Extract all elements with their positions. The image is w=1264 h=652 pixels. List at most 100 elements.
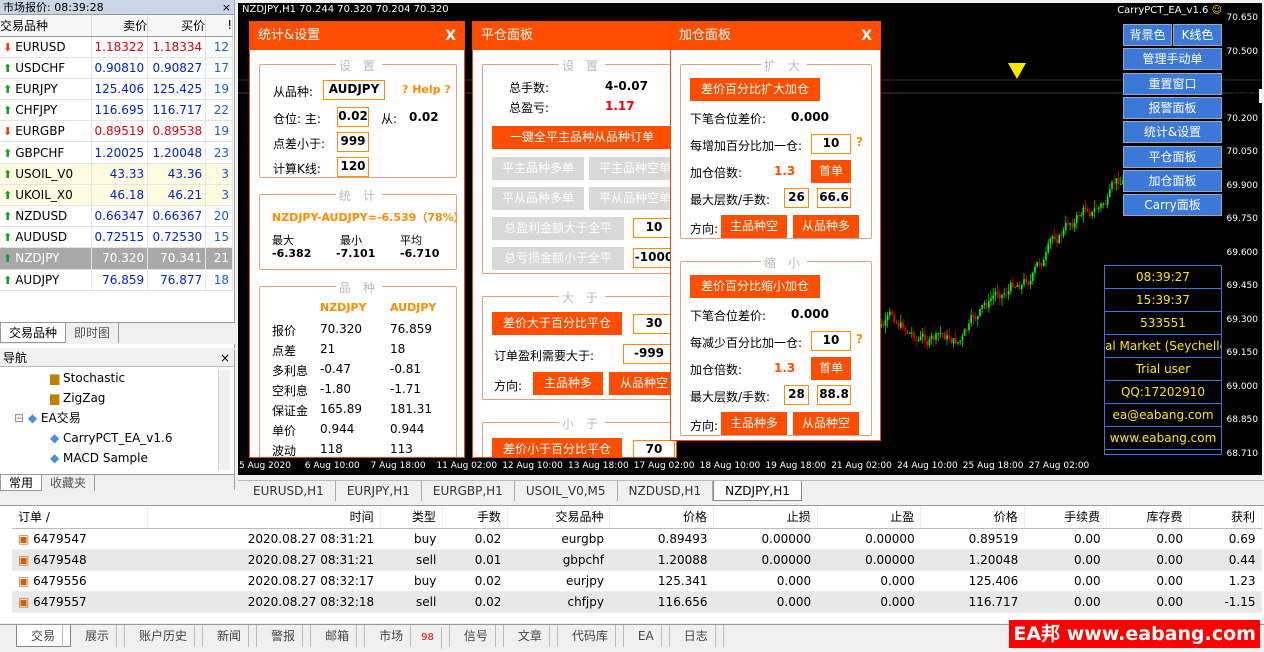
close-diff-lt-button[interactable]: 差价小于百分比平仓	[492, 438, 622, 457]
market-row[interactable]: ⬆ NZDUSD 0.66347 0.66367 20	[0, 205, 233, 228]
from-symbol-field[interactable]: AUDJPY	[323, 80, 385, 100]
close-all-button[interactable]: 一键全平主品种从品种订单	[492, 126, 672, 149]
tab-symbols[interactable]: 交易品种	[0, 323, 67, 343]
market-row[interactable]: ⬇ EURGBP 0.89519 0.89538 19	[0, 120, 233, 143]
market-row[interactable]: ⬆ CHFJPY 116.695 116.717 22	[0, 99, 233, 122]
column-header[interactable]: 价格	[609, 506, 715, 529]
nav-item-zigzag[interactable]: ▆ ZigZag	[10, 388, 220, 408]
market-row[interactable]: ⬇ EURUSD 1.18322 1.18334 12	[0, 36, 233, 58]
step-field[interactable]: 10	[811, 331, 851, 351]
max-lots-field[interactable]: 88.8	[817, 385, 851, 405]
loss-threshold-field[interactable]: -1000	[633, 248, 675, 268]
side-button[interactable]: 管理手动单	[1123, 48, 1222, 71]
nav-item-stochastic[interactable]: ▆ Stochastic	[10, 368, 220, 388]
close-on-loss-button[interactable]: 总亏损金额小于全平	[492, 247, 624, 270]
navigator-scrollbar[interactable]	[218, 370, 230, 470]
first-order-button[interactable]: 首单	[811, 160, 851, 183]
terminal-tab[interactable]: 新闻	[203, 625, 258, 647]
background-color-button[interactable]: 背景色	[1123, 24, 1172, 46]
dir-from-sell-button[interactable]: 从品种空	[609, 372, 676, 395]
terminal-tab[interactable]: 账户历史	[125, 625, 204, 647]
market-row[interactable]: ⬆ AUDUSD 0.72515 0.72530 15	[0, 226, 233, 249]
step-field[interactable]: 10	[811, 134, 851, 154]
chart-tab[interactable]: EURGBP,H1	[422, 481, 515, 501]
column-header[interactable]: 手续费	[1024, 506, 1108, 529]
terminal-tab[interactable]: 信号	[450, 625, 504, 647]
dir-from-buy-button[interactable]: 从品种多	[793, 215, 859, 238]
dir-main-buy-button[interactable]: 主品种多	[721, 412, 787, 435]
spread-field[interactable]: 999	[337, 132, 369, 152]
column-header[interactable]: 价格	[920, 506, 1025, 529]
nav-item-macd-sample[interactable]: ◆ MACD Sample	[10, 448, 220, 468]
terminal-tab[interactable]: 警报	[257, 625, 312, 647]
side-button[interactable]: 平仓面板	[1123, 145, 1222, 168]
close-main-buy-button[interactable]: 平主品种多单	[492, 157, 584, 180]
close-icon[interactable]: X	[445, 22, 456, 50]
market-row[interactable]: ⬆ UKOIL_X0 46.18 46.21 3	[0, 184, 233, 207]
terminal-tab[interactable]: 展示	[71, 625, 126, 647]
side-button[interactable]: 报警面板	[1123, 96, 1222, 119]
market-row[interactable]: ⬆ USOIL_V0 43.33 43.36 3	[0, 163, 233, 185]
close-icon[interactable]: ×	[220, 350, 230, 367]
max-lots-field[interactable]: 66.6	[817, 188, 851, 208]
market-row[interactable]: ⬆ NZDJPY 70.320 70.341 21	[0, 247, 233, 270]
dir-from-sell-button[interactable]: 从品种空	[793, 412, 859, 435]
close-main-sell-button[interactable]: 平主品种空单	[589, 157, 676, 180]
column-header[interactable]: 订单 /	[12, 506, 148, 529]
column-header[interactable]: 止损	[713, 506, 818, 529]
column-header[interactable]: 手数	[442, 506, 508, 529]
close-from-buy-button[interactable]: 平从品种多单	[492, 187, 584, 210]
side-button[interactable]: 统计&设置	[1123, 121, 1222, 144]
order-row[interactable]: ▣ 6479547 2020.08.27 08:31:21 buy 0.02 eurgb…	[12, 528, 1262, 550]
market-row[interactable]: ⬆ GBPCHF 1.20025 1.20048 23	[0, 141, 233, 164]
column-header[interactable]: 交易品种	[507, 506, 611, 529]
chart-tab[interactable]: EURUSD,H1	[242, 481, 336, 501]
bars-field[interactable]: 120	[337, 157, 369, 177]
max-layers-field[interactable]: 26	[784, 188, 809, 208]
chart-tab[interactable]: NZDUSD,H1	[618, 481, 714, 501]
column-header[interactable]: 时间	[147, 506, 381, 529]
shrink-add-button[interactable]: 差价百分比缩小加仓	[690, 275, 820, 298]
side-button[interactable]: 重置窗口	[1123, 72, 1222, 95]
terminal-tab[interactable]: 交易	[16, 625, 72, 647]
close-on-profit-button[interactable]: 总盈利金额大于全平	[492, 217, 624, 240]
tab-tick-chart[interactable]: 即时图	[66, 323, 120, 343]
help-icon[interactable]: ?	[856, 135, 863, 149]
col-symbol[interactable]: 交易品种	[0, 15, 92, 37]
col-spread[interactable]: !	[205, 15, 233, 37]
dir-main-buy-button[interactable]: 主品种多	[533, 372, 603, 395]
close-from-sell-button[interactable]: 平从品种空单	[589, 187, 676, 210]
max-layers-field[interactable]: 28	[784, 385, 809, 405]
tab-common[interactable]: 常用	[0, 475, 43, 491]
diff-lt-field[interactable]: 70	[633, 440, 675, 457]
tab-favorites[interactable]: 收藏夹	[42, 475, 96, 491]
close-diff-gt-button[interactable]: 差价大于百分比平仓	[492, 312, 622, 335]
order-row[interactable]: ▣ 6479548 2020.08.27 08:31:21 sell 0.01 gbpc…	[12, 549, 1262, 571]
side-button[interactable]: Carry面板	[1123, 194, 1222, 217]
market-row[interactable]: ⬆ USDCHF 0.90810 0.90827 17	[0, 57, 233, 79]
terminal-tab[interactable]: 邮箱	[311, 625, 366, 647]
market-row[interactable]: ⬆ AUDJPY 76.859 76.877 18	[0, 269, 233, 291]
column-header[interactable]: 获利	[1189, 506, 1263, 529]
col-bid[interactable]: 卖价	[91, 15, 149, 37]
col-ask[interactable]: 买价	[147, 15, 207, 37]
chart-tab[interactable]: USOIL_V0,M5	[515, 481, 618, 501]
dir-main-sell-button[interactable]: 主品种空	[721, 215, 787, 238]
order-row[interactable]: ▣ 6479557 2020.08.27 08:32:18 sell 0.02 chfj…	[12, 591, 1262, 613]
column-header[interactable]: 库存费	[1106, 506, 1190, 529]
chart-tab[interactable]: EURJPY,H1	[336, 481, 422, 501]
diff-gt-field[interactable]: 30	[633, 314, 675, 334]
nav-item-expert-advisors[interactable]: ⊟ ◆ EA交易	[10, 408, 220, 428]
terminal-tab[interactable]: 代码库	[558, 625, 624, 647]
side-button[interactable]: 加仓面板	[1123, 169, 1222, 192]
close-icon[interactable]: ×	[222, 0, 231, 15]
order-profit-field[interactable]: -999	[623, 344, 675, 364]
column-header[interactable]: 类型	[380, 506, 443, 529]
close-icon[interactable]: X	[861, 22, 872, 50]
main-lot-field[interactable]: 0.02	[337, 107, 369, 127]
order-row[interactable]: ▣ 6479556 2020.08.27 08:32:17 buy 0.02 eurjp…	[12, 570, 1262, 592]
candle-color-button[interactable]: K线色	[1173, 24, 1222, 46]
terminal-tab[interactable]: 日志	[670, 625, 724, 647]
first-order-button[interactable]: 首单	[811, 357, 851, 380]
help-link[interactable]: ? Help ?	[402, 83, 451, 96]
